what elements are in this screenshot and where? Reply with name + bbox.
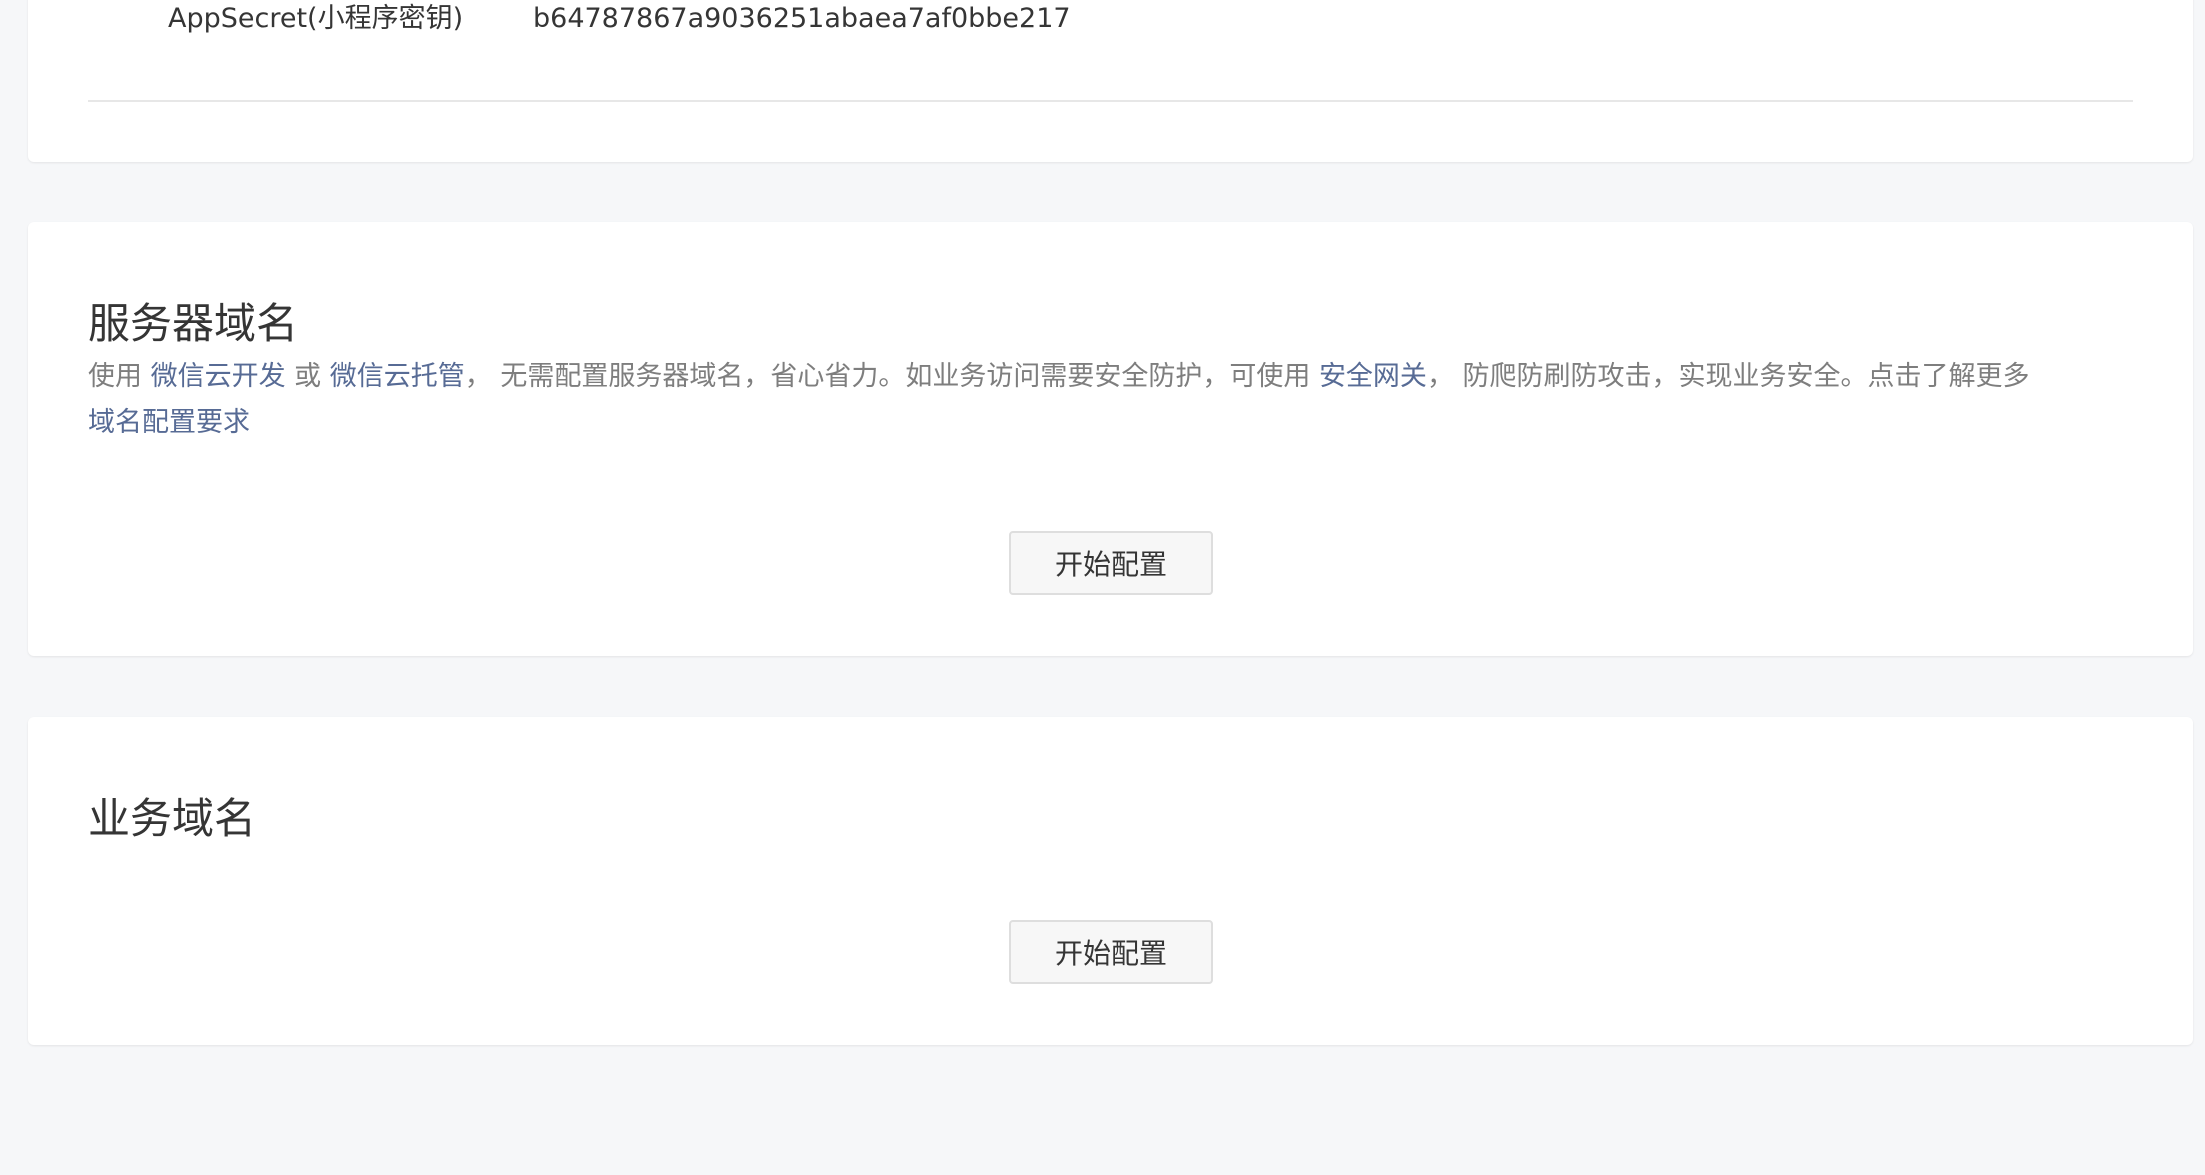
business-domain-start-config-button[interactable]: 开始配置: [1009, 920, 1213, 984]
divider: [88, 100, 2133, 102]
server-domain-description: 使用 微信云开发 或 微信云托管， 无需配置服务器域名，省心省力。如业务访问需要…: [88, 354, 2138, 446]
desc-or: 或: [285, 361, 330, 392]
server-domain-start-config-button[interactable]: 开始配置: [1009, 531, 1213, 595]
page: AppSecret(小程序密钥) b64787867a9036251abaea7…: [0, 0, 2205, 1175]
domain-requirements-link[interactable]: 域名配置要求: [88, 407, 250, 438]
security-gateway-link[interactable]: 安全网关: [1319, 361, 1427, 392]
business-domain-card: 业务域名 开始配置: [28, 717, 2193, 1045]
server-domain-card: 服务器域名 使用 微信云开发 或 微信云托管， 无需配置服务器域名，省心省力。如…: [28, 222, 2193, 656]
desc-after-gateway: ， 防爬防刷防攻击，实现业务安全。点击了解更多: [1426, 361, 2030, 392]
server-domain-title: 服务器域名: [88, 299, 299, 348]
cloud-dev-link[interactable]: 微信云开发: [151, 361, 286, 392]
desc-middle: ， 无需配置服务器域名，省心省力。如业务访问需要安全防护，可使用: [464, 361, 1319, 392]
appsecret-row: AppSecret(小程序密钥) b64787867a9036251abaea7…: [168, 0, 1071, 35]
app-info-card: AppSecret(小程序密钥) b64787867a9036251abaea7…: [28, 0, 2193, 162]
desc-prefix: 使用: [88, 361, 151, 392]
cloud-hosting-link[interactable]: 微信云托管: [330, 361, 465, 392]
appsecret-label: AppSecret(小程序密钥): [168, 3, 464, 34]
appsecret-value: b64787867a9036251abaea7af0bbe217: [533, 3, 1071, 34]
business-domain-title: 业务域名: [88, 794, 257, 843]
